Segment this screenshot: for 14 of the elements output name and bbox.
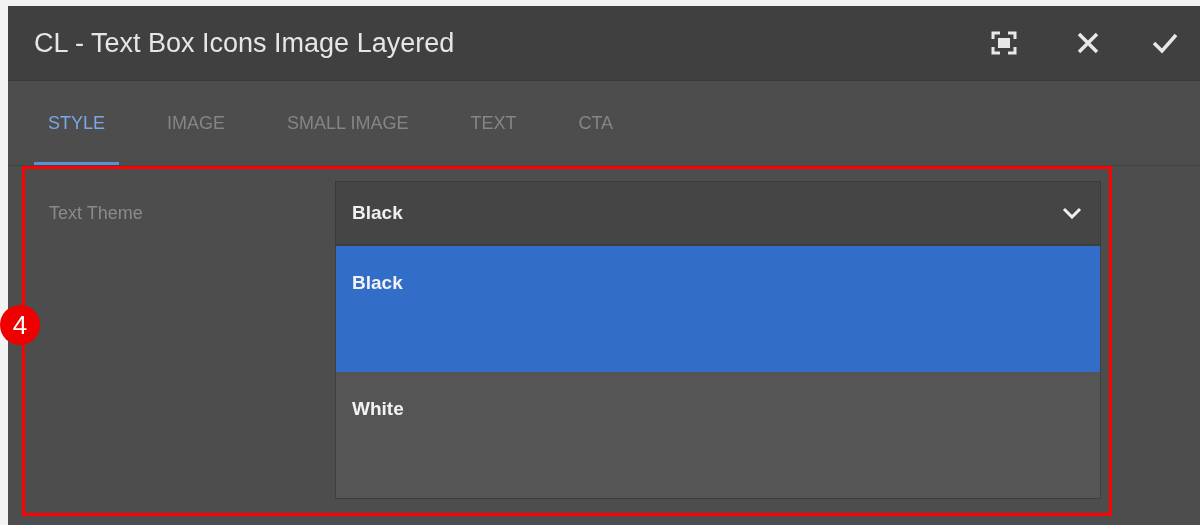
step-number-badge: 4 xyxy=(0,305,40,345)
chevron-icon xyxy=(1062,207,1082,219)
dialog-title: CL - Text Box Icons Image Layered xyxy=(34,27,456,59)
dropdown-option[interactable]: Black xyxy=(336,246,1100,372)
tab[interactable]: SMALL IMAGE xyxy=(273,81,423,165)
field-label: Text Theme xyxy=(49,202,144,225)
tab[interactable]: STYLE xyxy=(34,81,120,165)
tab[interactable]: TEXT xyxy=(456,81,531,165)
fullscreen-icon xyxy=(991,31,1017,55)
tab[interactable]: CTA xyxy=(564,81,628,165)
tab[interactable]: IMAGE xyxy=(153,81,240,165)
checkmark-icon xyxy=(1152,32,1178,54)
close-icon xyxy=(1076,31,1100,55)
theme-dropdown[interactable]: Black xyxy=(335,181,1101,245)
